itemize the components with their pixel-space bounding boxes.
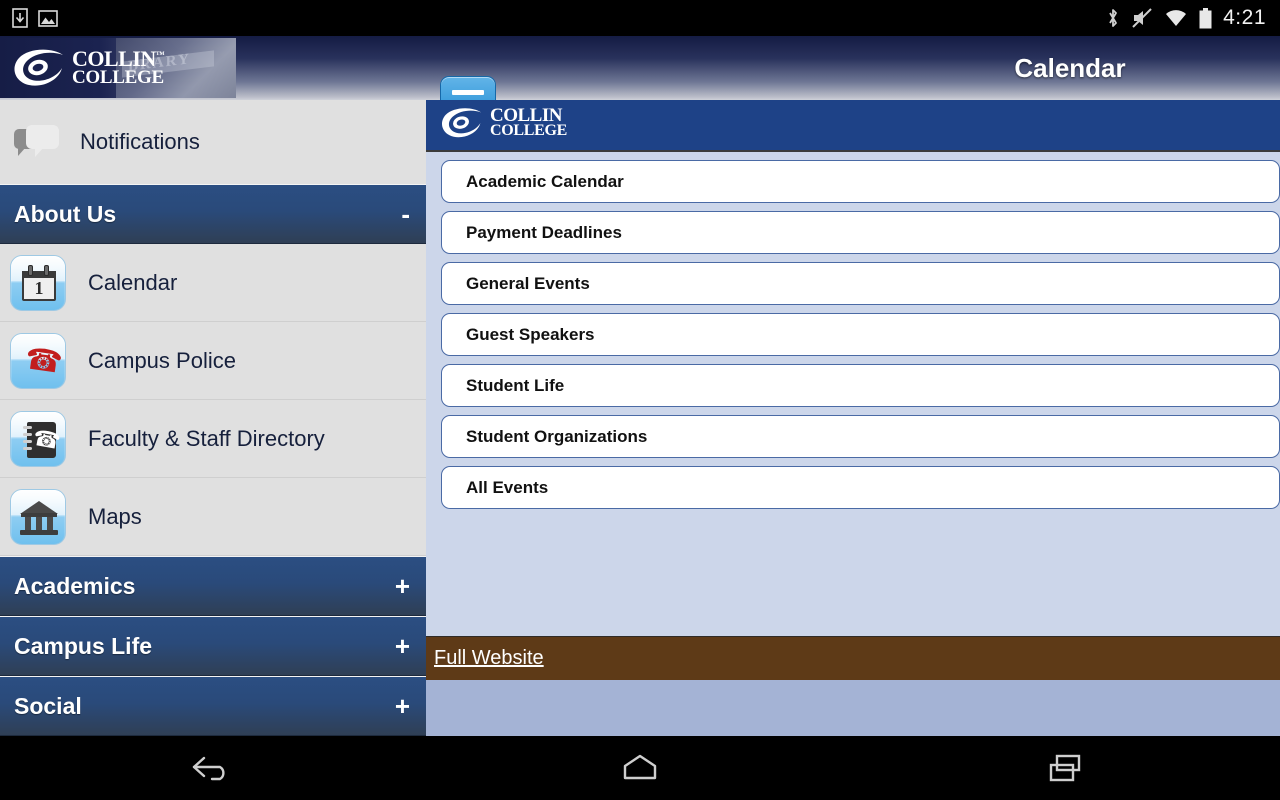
calendar-day-number: 1 (34, 277, 44, 298)
sidebar-item-label: Maps (88, 503, 142, 529)
status-system-icons: 4:21 (1106, 6, 1280, 30)
sidebar-item-maps[interactable]: Maps (0, 478, 426, 556)
expand-toggle-icon[interactable]: + (395, 693, 410, 719)
navigation-sidebar[interactable]: Notifications About Us - 1 Calendar ☎ Ca… (0, 100, 426, 736)
sidebar-section-academics[interactable]: Academics + (0, 556, 426, 616)
expand-toggle-icon[interactable]: + (395, 633, 410, 659)
collin-swoosh-icon (12, 49, 64, 87)
sidebar-section-about-us[interactable]: About Us - (0, 184, 426, 244)
collin-swoosh-icon (440, 107, 482, 139)
bluetooth-icon (1109, 9, 1118, 27)
list-item[interactable]: Guest Speakers (441, 313, 1280, 356)
list-item[interactable]: General Events (441, 262, 1280, 305)
list-item[interactable]: All Events (441, 466, 1280, 509)
page-title: Calendar (1014, 52, 1126, 83)
expand-toggle-icon[interactable]: + (395, 573, 410, 599)
phone-icon: ☎ (10, 332, 66, 389)
sidebar-section-social[interactable]: Social + (0, 676, 426, 736)
hamburger-menu-button[interactable] (440, 76, 496, 100)
battery-icon (1199, 7, 1212, 28)
header-logo-banner[interactable]: BRARY COLLIN™ COLLEGE (0, 38, 236, 98)
sidebar-section-campus-life[interactable]: Campus Life + (0, 616, 426, 676)
list-item[interactable]: Student Organizations (441, 415, 1280, 458)
home-icon (623, 754, 657, 780)
brand-line-1: COLLIN (72, 46, 156, 72)
sidebar-item-label: Notifications (80, 129, 200, 154)
device-screen: 4:21 BRARY COLLIN™ COLLEGE Calendar Noti… (0, 0, 1280, 800)
section-title: Academics (14, 572, 136, 599)
calendar-icon: 1 (10, 254, 66, 311)
collin-college-logo: COLLIN COLLEGE (440, 105, 568, 140)
full-website-bar: Full Website (426, 636, 1280, 680)
mute-icon (1132, 8, 1152, 28)
status-notification-icons (0, 8, 58, 28)
section-title: About Us (14, 200, 117, 227)
sidebar-item-campus-police[interactable]: ☎ Campus Police (0, 322, 426, 400)
trademark-symbol: ™ (155, 49, 165, 60)
android-status-bar: 4:21 (0, 0, 1280, 36)
section-title: Campus Life (14, 632, 153, 659)
section-title: Social (14, 692, 82, 719)
menu-bar-1 (452, 89, 484, 95)
sidebar-item-label: Campus Police (88, 347, 236, 373)
collapse-toggle-icon[interactable]: - (401, 201, 410, 227)
recents-button[interactable] (1007, 736, 1127, 800)
back-arrow-icon (193, 756, 225, 781)
brand-line-2: COLLEGE (72, 67, 164, 89)
collin-college-wordmark: COLLIN™ COLLEGE (72, 46, 165, 89)
page-background-fill (426, 680, 1280, 736)
sidebar-item-notifications[interactable]: Notifications (0, 100, 426, 184)
full-website-link[interactable]: Full Website (434, 647, 544, 670)
list-item[interactable]: Payment Deadlines (441, 211, 1280, 254)
speech-bubble-icon (14, 125, 60, 159)
sidebar-item-calendar[interactable]: 1 Calendar (0, 244, 426, 322)
status-clock: 4:21 (1223, 6, 1266, 29)
content-panel: COLLIN COLLEGE Academic Calendar Payment… (426, 100, 1280, 736)
sidebar-item-faculty-staff-directory[interactable]: ☎ Faculty & Staff Directory (0, 400, 426, 478)
download-icon (12, 8, 28, 28)
recents-icon (1049, 754, 1080, 782)
list-item[interactable]: Student Life (441, 364, 1280, 407)
list-item[interactable]: Academic Calendar (441, 160, 1280, 203)
calendar-category-list: Academic Calendar Payment Deadlines Gene… (426, 152, 1280, 509)
collin-college-wordmark: COLLIN COLLEGE (490, 105, 568, 140)
brand-line-1: COLLIN (490, 105, 562, 126)
back-button[interactable] (153, 736, 273, 800)
collin-college-logo: COLLIN™ COLLEGE (12, 46, 165, 89)
image-icon (38, 9, 58, 27)
content-brand-bar: COLLIN COLLEGE (426, 100, 1280, 152)
sidebar-item-label: Calendar (88, 269, 178, 295)
bank-building-icon (10, 488, 66, 545)
sidebar-item-label: Faculty & Staff Directory (88, 425, 325, 451)
address-book-icon: ☎ (10, 410, 66, 467)
brand-line-2: COLLEGE (490, 122, 568, 140)
wifi-icon (1166, 10, 1187, 26)
android-navigation-bar (0, 736, 1280, 800)
home-button[interactable] (580, 736, 700, 800)
